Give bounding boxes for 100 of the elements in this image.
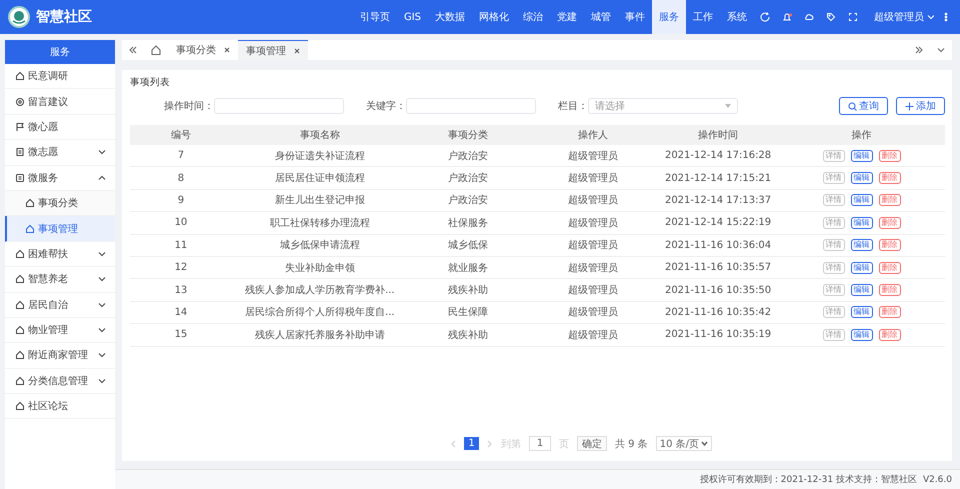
nav-tab[interactable]: 工作 bbox=[686, 0, 720, 34]
column-header: 事项名称 bbox=[232, 125, 408, 145]
delete-button[interactable]: 删除 bbox=[878, 194, 901, 206]
sidebar-item[interactable]: 微志愿 bbox=[5, 140, 115, 166]
fullscreen-icon[interactable] bbox=[848, 12, 858, 22]
details-button[interactable]: 详情 bbox=[822, 194, 845, 206]
nav-tab[interactable]: 网格化 bbox=[472, 0, 516, 34]
edit-button[interactable]: 编辑 bbox=[850, 194, 873, 206]
table-cell: 残疾补助 bbox=[408, 278, 528, 302]
edit-button[interactable]: 编辑 bbox=[850, 284, 873, 296]
nav-tab[interactable]: 大数据 bbox=[428, 0, 472, 34]
search-button[interactable]: 查询 bbox=[839, 97, 888, 115]
user-name[interactable]: 超级管理员 bbox=[874, 10, 924, 24]
double-chevron-right-icon[interactable] bbox=[914, 45, 924, 55]
page-size-select[interactable]: 10 条/页 bbox=[656, 436, 712, 451]
table-cell: 2021-11-16 10:35:19 bbox=[658, 324, 778, 346]
tag-icon[interactable] bbox=[826, 12, 836, 22]
chevron-down-icon[interactable] bbox=[936, 45, 946, 55]
nav-tab[interactable]: GIS bbox=[396, 0, 428, 34]
sidebar-header: 服务 bbox=[5, 40, 115, 64]
sidebar-item[interactable]: 留言建议 bbox=[5, 89, 115, 115]
nav-tab[interactable]: 城管 bbox=[584, 0, 618, 34]
delete-button[interactable]: 删除 bbox=[878, 239, 901, 252]
add-button[interactable]: 添加 bbox=[896, 97, 945, 115]
details-button[interactable]: 详情 bbox=[822, 328, 845, 341]
page-number[interactable]: 1 bbox=[464, 437, 479, 450]
house-icon bbox=[15, 248, 25, 259]
edit-button[interactable]: 编辑 bbox=[850, 216, 873, 229]
details-button[interactable]: 详情 bbox=[822, 150, 845, 162]
sidebar-item[interactable]: 民意调研 bbox=[5, 64, 115, 90]
sidebar-item[interactable]: 社区论坛 bbox=[5, 394, 115, 420]
sidebar-item[interactable]: 分类信息管理 bbox=[5, 368, 115, 394]
edit-button[interactable]: 编辑 bbox=[850, 328, 873, 341]
table-cell: 14 bbox=[130, 301, 232, 324]
table-cell: 失业补助金申领 bbox=[232, 256, 408, 279]
column-header: 编号 bbox=[130, 125, 232, 145]
sidebar-subitem[interactable]: 事项管理 bbox=[5, 216, 115, 242]
edit-button[interactable]: 编辑 bbox=[850, 172, 873, 184]
nav-tab[interactable]: 事件 bbox=[618, 0, 652, 34]
filter-label: 栏目： bbox=[558, 100, 588, 113]
nav-tab[interactable]: 系统 bbox=[720, 0, 754, 34]
refresh-icon[interactable] bbox=[760, 12, 770, 22]
details-button[interactable]: 详情 bbox=[822, 216, 845, 229]
close-icon[interactable] bbox=[224, 47, 230, 53]
details-button[interactable]: 详情 bbox=[822, 262, 845, 274]
double-chevron-left-icon[interactable] bbox=[128, 45, 138, 55]
confirm-button[interactable]: 确定 bbox=[577, 436, 607, 451]
license-text: 授权许可有效期到：2021-12-31 技术支持：智慧社区 bbox=[700, 474, 917, 486]
edit-button[interactable]: 编辑 bbox=[850, 262, 873, 274]
sidebar-item[interactable]: 物业管理 bbox=[5, 318, 115, 344]
table-cell: 超级管理员 bbox=[528, 324, 658, 346]
more-icon[interactable] bbox=[944, 12, 948, 22]
select-field[interactable]: 请选择 bbox=[588, 98, 738, 114]
delete-button[interactable]: 删除 bbox=[878, 328, 901, 341]
house-icon bbox=[15, 401, 25, 412]
sidebar-item[interactable]: 智慧养老 bbox=[5, 267, 115, 293]
details-button[interactable]: 详情 bbox=[822, 239, 845, 252]
cloud-icon[interactable] bbox=[804, 12, 814, 22]
house-icon bbox=[15, 376, 25, 386]
edit-button[interactable]: 编辑 bbox=[850, 150, 873, 162]
close-icon[interactable] bbox=[294, 48, 300, 54]
delete-button[interactable]: 删除 bbox=[878, 216, 901, 229]
delete-button[interactable]: 删除 bbox=[878, 306, 901, 318]
table-cell: 10 bbox=[130, 212, 232, 234]
delete-button[interactable]: 删除 bbox=[878, 150, 901, 162]
app-title: 智慧社区 bbox=[36, 8, 92, 26]
table-cell: 13 bbox=[130, 278, 232, 302]
page-tab[interactable]: 事项管理 bbox=[238, 40, 308, 60]
table-cell: 2021-12-14 17:16:28 bbox=[658, 145, 778, 167]
sidebar-item[interactable]: 困难帮扶 bbox=[5, 242, 115, 268]
page-input[interactable]: 1 bbox=[529, 436, 551, 451]
sidebar-item[interactable]: 附近商家管理 bbox=[5, 343, 115, 369]
details-button[interactable]: 详情 bbox=[822, 284, 845, 296]
delete-button[interactable]: 删除 bbox=[878, 262, 901, 274]
table-cell: 2021-11-16 10:35:42 bbox=[658, 301, 778, 324]
sidebar-item[interactable]: 微心愿 bbox=[5, 114, 115, 140]
nav-tab[interactable]: 综治 bbox=[516, 0, 550, 34]
home-icon[interactable] bbox=[150, 44, 162, 56]
details-button[interactable]: 详情 bbox=[822, 172, 845, 184]
input-field[interactable] bbox=[406, 98, 536, 114]
edit-button[interactable]: 编辑 bbox=[850, 306, 873, 318]
table-cell: 居民居住证申领流程 bbox=[232, 166, 408, 190]
page-tab[interactable]: 事项分类 bbox=[168, 40, 238, 60]
delete-button[interactable]: 删除 bbox=[878, 284, 901, 296]
details-button[interactable]: 详情 bbox=[822, 306, 845, 318]
input-field[interactable] bbox=[214, 98, 344, 114]
nav-tab[interactable]: 服务 bbox=[652, 0, 686, 34]
bell-icon[interactable] bbox=[782, 12, 792, 22]
nav-tab[interactable]: 引导页 bbox=[352, 0, 397, 34]
table-cell: 2021-12-14 17:13:37 bbox=[658, 189, 778, 212]
sidebar-subitem[interactable]: 事项分类 bbox=[5, 190, 115, 216]
delete-button[interactable]: 删除 bbox=[878, 172, 901, 184]
edit-button[interactable]: 编辑 bbox=[850, 239, 873, 252]
table-cell: 超级管理员 bbox=[528, 212, 658, 234]
table-cell: 身份证遗失补证流程 bbox=[232, 145, 408, 167]
nav-tab[interactable]: 党建 bbox=[550, 0, 584, 34]
chevron-down-icon bbox=[926, 12, 934, 22]
filter-label: 关键字： bbox=[366, 100, 406, 113]
table-cell: 残疾补助 bbox=[408, 324, 528, 346]
sidebar-item[interactable]: 居民自治 bbox=[5, 292, 115, 318]
